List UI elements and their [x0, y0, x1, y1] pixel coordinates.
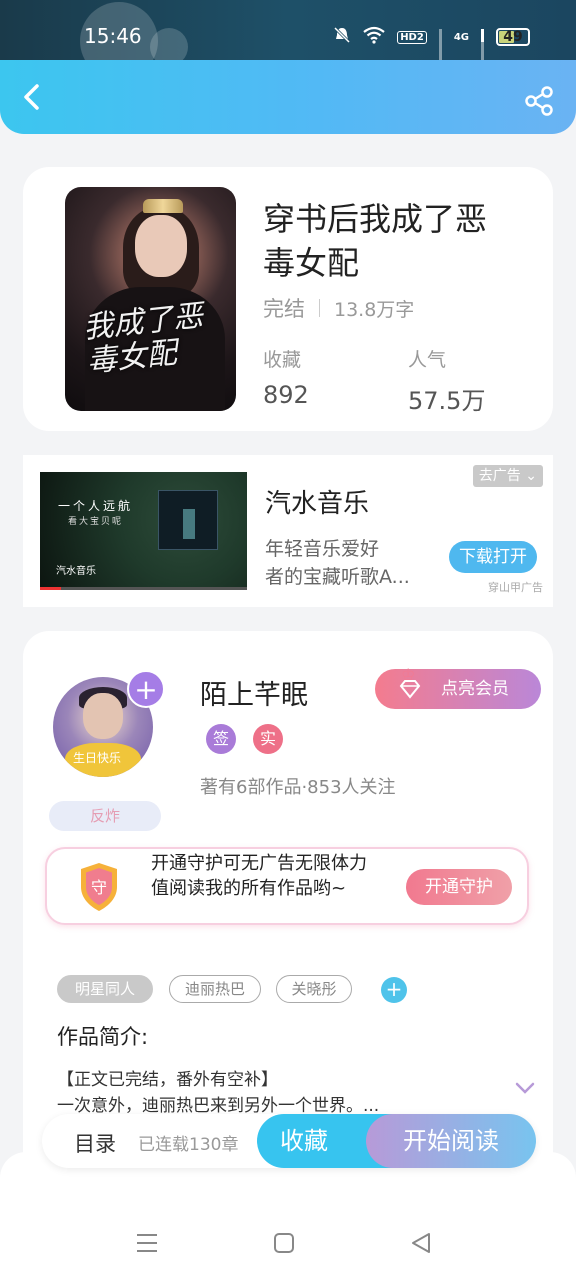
tag-item[interactable]: 关晓彤 [276, 975, 352, 1003]
network-type: 4G [453, 31, 469, 43]
action-bar: 目录 已连载130章 收藏 开始阅读 [42, 1114, 536, 1168]
cover-face [135, 215, 187, 277]
chevron-down-icon: ⌄ [525, 468, 537, 484]
author-stats: 著有6部作品·853人关注 [200, 777, 396, 798]
video-progress [40, 587, 247, 590]
tag-item[interactable]: 明星同人 [57, 975, 153, 1003]
avatar-face [83, 693, 123, 739]
ad-banner[interactable]: 一个人远航 看大宝贝呢 汽水音乐 汽水音乐 年轻音乐爱好 者的宝藏听歌A... … [23, 455, 553, 607]
hd-indicator: HD2 [397, 30, 427, 44]
fan-tag: 反炸 [49, 801, 161, 831]
tag-item[interactable]: 迪丽热巴 [169, 975, 261, 1003]
cover-crown [143, 199, 183, 213]
intro-text: 【正文已完结，番外有空补】 一次意外，迪丽热巴来到另外一个世界。... [57, 1070, 380, 1116]
guard-text: 开通守护可无广告无限体力值阅读我的所有作品哟~ [151, 853, 367, 899]
chevron-down-icon[interactable] [515, 1081, 535, 1095]
vip-button[interactable]: ♔ 点亮会员 [375, 665, 541, 709]
mute-bell-icon [333, 26, 351, 48]
start-reading-button[interactable]: 开始阅读 [366, 1114, 536, 1168]
favorites-value: 892 [263, 381, 309, 409]
add-tag-button[interactable]: + [381, 977, 407, 1003]
share-icon[interactable] [524, 86, 554, 116]
ad-thumb-logo: 汽水音乐 [56, 566, 96, 577]
menu-icon[interactable] [136, 1232, 158, 1254]
toc-status: 已连载130章 [138, 1135, 239, 1155]
ad-title: 汽水音乐 [265, 489, 370, 519]
ad-source: 穿山甲广告 [488, 581, 543, 594]
home-icon[interactable] [273, 1232, 295, 1254]
cover-title-art: 我成了恶毒女配 [81, 298, 205, 380]
wifi-icon [363, 26, 385, 48]
guard-promo[interactable]: 守 开通守护可无广告无限体力值阅读我的所有作品哟~ 开通守护 [45, 847, 529, 925]
favorites-label: 收藏 [263, 349, 302, 371]
ad-description: 年轻音乐爱好 者的宝藏听歌A... [265, 538, 410, 588]
avatar-caption: 生日快乐 [73, 751, 122, 765]
book-cover[interactable]: 我成了恶毒女配 [65, 187, 236, 411]
status-icons: HD2 4G 49 [333, 26, 530, 67]
open-guard-button[interactable]: 开通守护 [406, 869, 512, 905]
signed-badge: 签 [206, 724, 236, 754]
popularity-value: 57.5万 [408, 387, 486, 415]
diamond-icon [399, 680, 421, 699]
ad-download-button[interactable]: 下载打开 [449, 541, 537, 573]
book-info-card: 我成了恶毒女配 穿书后我成了恶 毒女配 完结 13.8万字 收藏 892 人气 … [23, 167, 553, 431]
ad-thumbnail[interactable]: 一个人远航 看大宝贝呢 汽水音乐 [40, 472, 247, 590]
meta-divider [319, 299, 320, 317]
verified-badge: 实 [253, 724, 283, 754]
battery-icon: 49 [496, 28, 530, 46]
ad-thumb-text: 一个人远航 [58, 499, 134, 513]
author-name: 陌上芊眠 [200, 680, 308, 711]
book-meta: 完结 13.8万字 [263, 293, 414, 323]
popularity-label: 人气 [408, 349, 447, 371]
header-bar [0, 60, 576, 134]
back-icon[interactable] [18, 82, 48, 112]
signal-4g-icon [481, 29, 484, 67]
status-time: 15:46 [84, 24, 142, 48]
shield-icon: 守 [81, 863, 117, 911]
ad-thumb-scene [158, 490, 218, 550]
signal-icon [438, 29, 442, 67]
status-bar: 15:46 HD2 4G 49 [0, 0, 576, 80]
remove-ad-button[interactable]: 去广告 ⌄ [472, 465, 543, 487]
book-title: 穿书后我成了恶 毒女配 [263, 200, 488, 282]
system-nav-bar [0, 1152, 576, 1280]
follow-button[interactable]: + [127, 670, 165, 708]
ad-thumb-subtext: 看大宝贝呢 [68, 517, 124, 527]
toc-button[interactable]: 目录 [74, 1128, 116, 1158]
word-count: 13.8万字 [334, 298, 415, 321]
svg-text:守: 守 [91, 878, 107, 897]
book-status: 完结 [263, 297, 305, 321]
back-nav-icon[interactable] [410, 1232, 432, 1254]
intro-label: 作品简介: [57, 1025, 149, 1049]
